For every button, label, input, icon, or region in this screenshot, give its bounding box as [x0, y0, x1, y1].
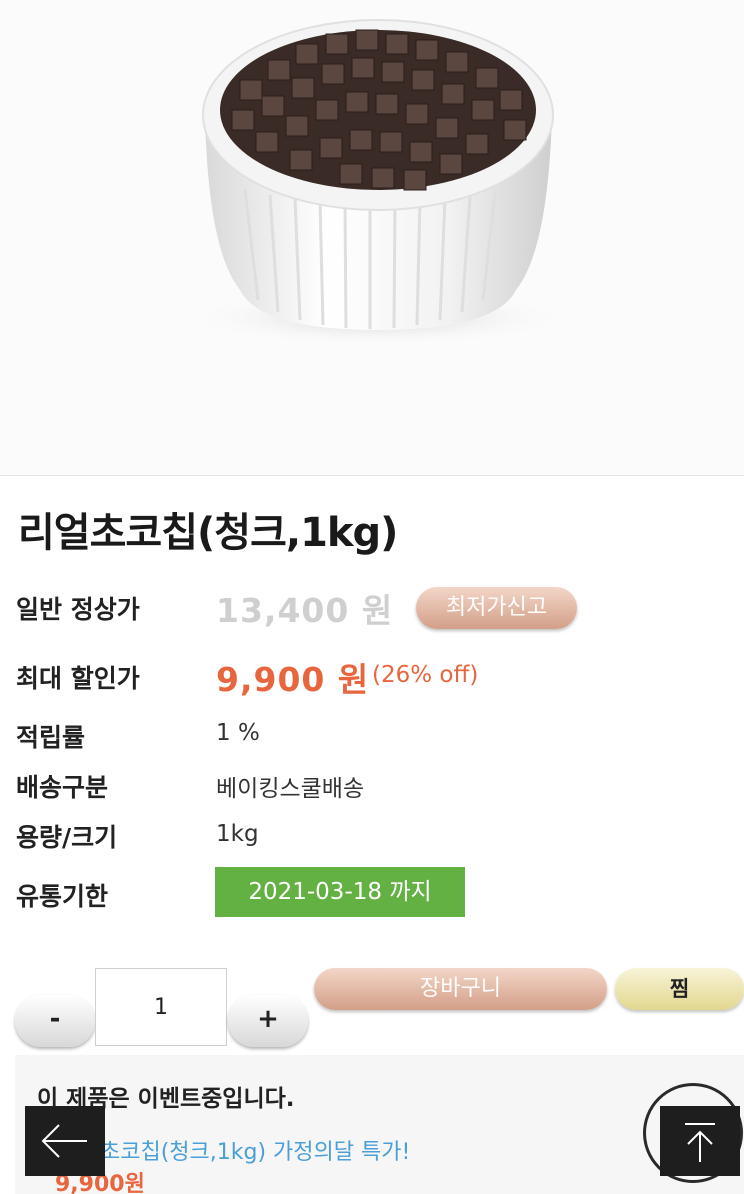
scroll-to-top-button[interactable]: [660, 1106, 740, 1176]
product-title: 리얼초코칩(청크,1kg): [18, 510, 398, 556]
quantity-input[interactable]: [95, 968, 227, 1046]
normal-price-label: 일반 정상가: [16, 595, 140, 624]
points-label: 적립률: [16, 723, 86, 752]
size-label: 용량/크기: [16, 823, 118, 852]
arrow-left-icon: [41, 1124, 87, 1158]
points-value: 1 %: [216, 720, 260, 746]
expiry-badge: 2021-03-18 까지: [215, 867, 465, 917]
shipping-label: 배송구분: [16, 773, 109, 802]
arrow-up-icon: [685, 1123, 715, 1162]
discount-rate: (26% off): [372, 662, 479, 688]
event-panel: 이 제품은 이벤트중입니다. 초코칩(청크,1kg) 가정의달 특가! 9,90…: [15, 1055, 744, 1194]
event-link[interactable]: 초코칩(청크,1kg) 가정의달 특가!: [100, 1134, 410, 1166]
expiry-label: 유통기한: [16, 882, 109, 911]
back-button[interactable]: [25, 1106, 105, 1176]
shipping-value: 베이킹스쿨배송: [216, 776, 365, 802]
quantity-decrease-button[interactable]: -: [15, 995, 95, 1047]
add-to-cart-button[interactable]: 장바구니: [314, 968, 607, 1010]
product-image[interactable]: [0, 0, 744, 476]
report-lowest-price-button[interactable]: 최저가신고: [416, 587, 577, 629]
sale-price: 9,900 원: [216, 660, 370, 699]
normal-price: 13,400 원: [216, 591, 394, 630]
quantity-increase-button[interactable]: +: [228, 995, 308, 1047]
wishlist-button[interactable]: 찜: [615, 968, 744, 1010]
size-value: 1kg: [216, 821, 259, 847]
sale-price-label: 최대 할인가: [16, 664, 140, 693]
